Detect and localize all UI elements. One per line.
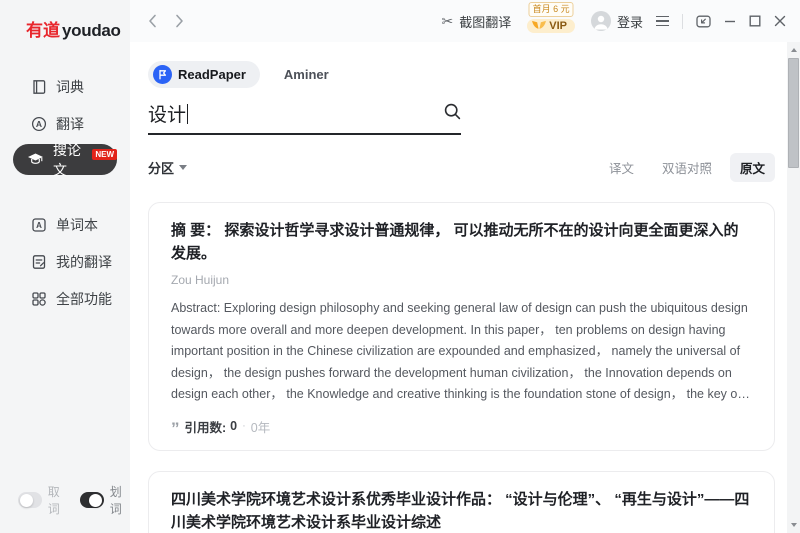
main-content: ReadPaper Aminer 设计 分区 译文 双语对照 原文 xyxy=(130,42,787,533)
document-pen-icon xyxy=(30,253,47,270)
circle-a-icon: A xyxy=(30,115,47,132)
back-icon[interactable] xyxy=(148,14,157,28)
vip-promo-tag: 首月 6 元 xyxy=(529,2,574,17)
scroll-up-icon[interactable] xyxy=(791,48,797,52)
vip-button[interactable]: 首月 6 元 VIP xyxy=(527,19,575,33)
source-tabs: ReadPaper Aminer xyxy=(148,61,775,88)
close-icon[interactable] xyxy=(774,15,786,27)
sidebar-item-label: 单词本 xyxy=(56,215,98,235)
svg-text:A: A xyxy=(36,221,42,230)
tab-readpaper[interactable]: ReadPaper xyxy=(148,61,260,88)
search-icon[interactable] xyxy=(444,103,461,125)
capture-toggles: 取词 划词 xyxy=(18,483,130,517)
grid-icon xyxy=(30,290,47,307)
sidebar-item-label: 全部功能 xyxy=(56,289,112,309)
nav-group-gap xyxy=(0,182,130,208)
meta-separator: · xyxy=(242,420,246,432)
maximize-icon[interactable] xyxy=(749,15,761,27)
logo-cn: 有道 xyxy=(26,21,60,40)
menu-icon[interactable] xyxy=(656,16,669,27)
paper-title[interactable]: 四川美术学院环境艺术设计系优秀毕业设计作品： “设计与伦理”、 “再生与设计”—… xyxy=(171,488,752,533)
word-select-label: 划词 xyxy=(110,483,130,517)
book-icon xyxy=(30,78,47,95)
sidebar-item-label: 词典 xyxy=(56,77,84,97)
sidebar-item-all-features[interactable]: 全部功能 xyxy=(0,282,130,315)
view-mode-translation[interactable]: 译文 xyxy=(599,153,644,182)
youdao-logo: 有道youdao xyxy=(26,16,121,41)
sidebar-item-translate[interactable]: A 翻译 xyxy=(0,107,130,140)
paper-card[interactable]: 摘 要： 探索设计哲学寻求设计普通规律， 可以推动无所不在的设计向更全面更深入的… xyxy=(148,202,775,451)
avatar[interactable] xyxy=(591,11,611,31)
view-mode-original[interactable]: 原文 xyxy=(730,153,775,182)
app-window: 有道youdao 词典 A 翻译 搜论文 NEW xyxy=(0,0,800,533)
graduation-cap-icon xyxy=(27,151,44,168)
wings-icon xyxy=(531,20,547,32)
chevron-down-icon xyxy=(179,165,187,170)
toggle-knob xyxy=(20,494,33,507)
sidebar-item-label: 搜论文 xyxy=(53,140,88,180)
paper-authors: Zou Huijun xyxy=(171,273,752,287)
citations-value: 0 xyxy=(230,419,237,433)
tab-aminer[interactable]: Aminer xyxy=(284,67,329,82)
paper-title[interactable]: 摘 要： 探索设计哲学寻求设计普通规律， 可以推动无所不在的设计向更全面更深入的… xyxy=(171,219,752,265)
filter-row: 分区 译文 双语对照 原文 xyxy=(148,153,775,182)
vip-label: VIP xyxy=(549,20,567,32)
logo-en: youdao xyxy=(62,21,121,40)
citations-label: 引用数: xyxy=(185,417,227,436)
word-capture-label: 取词 xyxy=(48,483,68,517)
forward-icon[interactable] xyxy=(175,14,184,28)
paper-year: 0年 xyxy=(251,417,270,436)
scrollbar-thumb[interactable] xyxy=(788,58,799,168)
quote-icon: ” xyxy=(171,425,180,433)
sidebar-item-label: 我的翻译 xyxy=(56,252,112,272)
search-input[interactable]: 设计 xyxy=(148,100,461,135)
scroll-down-icon[interactable] xyxy=(791,523,797,527)
category-filter-dropdown[interactable]: 分区 xyxy=(148,158,187,177)
filter-label: 分区 xyxy=(148,158,174,177)
sidebar-item-my-translations[interactable]: 我的翻译 xyxy=(0,245,130,278)
new-badge: NEW xyxy=(92,149,117,160)
wordbook-icon: A xyxy=(30,216,47,233)
topbar-right: ✂ 截图翻译 首月 6 元 VIP 登录 xyxy=(442,0,789,42)
sidebar-item-label: 翻译 xyxy=(56,114,84,134)
search-query-text: 设计 xyxy=(148,100,186,127)
view-mode-switch: 译文 双语对照 原文 xyxy=(599,153,775,182)
toggle-knob xyxy=(89,494,102,507)
vip-pill: VIP xyxy=(527,19,575,33)
sidebar-nav: 词典 A 翻译 搜论文 NEW A 单词本 xyxy=(0,70,130,319)
svg-text:A: A xyxy=(35,119,41,129)
paper-meta: ” 引用数: 0 · 0年 xyxy=(171,417,752,436)
topbar-divider xyxy=(682,14,683,29)
history-nav xyxy=(148,0,184,42)
minimize-icon[interactable] xyxy=(724,15,736,27)
paper-abstract: Abstract: Exploring design philosophy an… xyxy=(171,298,752,406)
word-capture-toggle[interactable] xyxy=(18,492,42,508)
sidebar-item-wordbook[interactable]: A 单词本 xyxy=(0,208,130,241)
scissors-icon[interactable]: ✂ xyxy=(442,13,454,30)
screenshot-translate-button[interactable]: 截图翻译 xyxy=(459,12,511,31)
login-button[interactable]: 登录 xyxy=(617,12,643,31)
word-select-toggle[interactable] xyxy=(80,492,104,508)
view-mode-bilingual[interactable]: 双语对照 xyxy=(652,153,722,182)
tab-readpaper-label: ReadPaper xyxy=(178,67,246,82)
readpaper-logo-icon xyxy=(153,65,172,84)
text-cursor xyxy=(187,104,188,124)
scrollbar[interactable] xyxy=(787,42,800,533)
sidebar-item-dictionary[interactable]: 词典 xyxy=(0,70,130,103)
sidebar-item-paper-search[interactable]: 搜论文 NEW xyxy=(13,144,117,175)
mini-window-icon[interactable] xyxy=(696,15,711,28)
topbar: ✂ 截图翻译 首月 6 元 VIP 登录 xyxy=(130,0,800,42)
paper-card[interactable]: 四川美术学院环境艺术设计系优秀毕业设计作品： “设计与伦理”、 “再生与设计”—… xyxy=(148,471,775,533)
sidebar: 有道youdao 词典 A 翻译 搜论文 NEW xyxy=(0,0,130,533)
